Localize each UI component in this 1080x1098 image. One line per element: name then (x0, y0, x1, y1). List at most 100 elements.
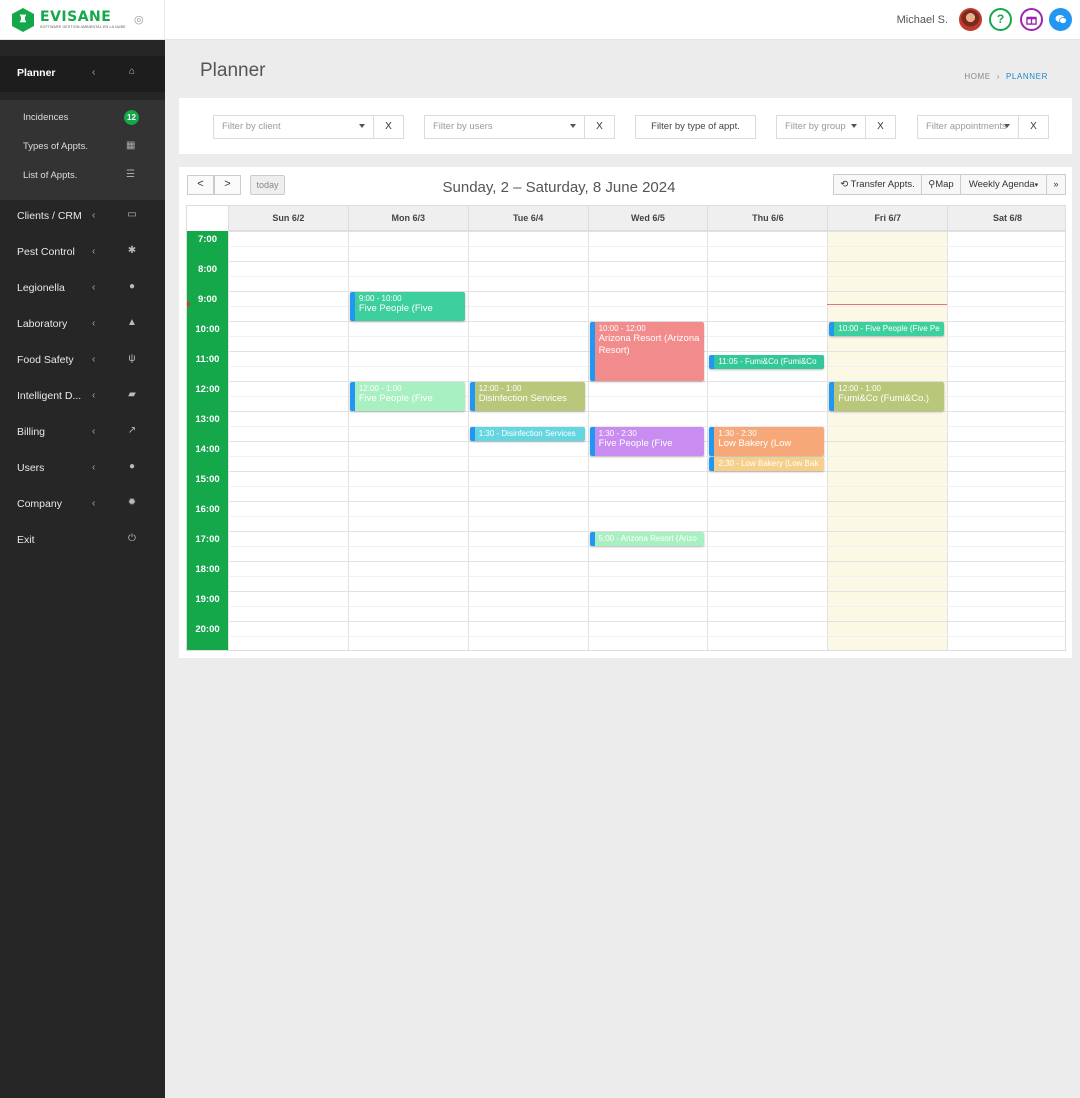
sidebar-item-intelligent-d[interactable]: Intelligent D... ‹ ▰ (0, 379, 165, 415)
transfer-appts-button[interactable]: ⟲ Transfer Appts. (833, 174, 922, 195)
next-week-button[interactable]: > (214, 175, 241, 195)
sidebar-item-label: Planner (17, 67, 56, 79)
chevron-right-icon: › (996, 72, 1000, 81)
appointment-event[interactable]: 1:30 - 2:30 Five People (Five (589, 427, 705, 456)
chevron-right-icon: > (224, 178, 231, 190)
chevron-left-icon: ‹ (92, 498, 96, 509)
id-card-icon: ▭ (127, 209, 137, 220)
expand-button[interactable]: » (1046, 174, 1066, 195)
sidebar-item-label: Users (17, 462, 45, 474)
half-hour-line (228, 576, 1065, 577)
sidebar-item-label: Incidences (23, 112, 69, 123)
avatar[interactable] (959, 8, 982, 31)
calendar-icon: ▦ (126, 140, 136, 151)
group-filter-placeholder: Filter by group (785, 121, 846, 132)
hour-line (228, 591, 1065, 592)
appointment-event[interactable]: 1:30 - Disinfection Services (469, 427, 585, 441)
sidebar-item-incidences[interactable]: Incidences 12 (0, 103, 165, 132)
map-button[interactable]: ⚲Map (921, 174, 961, 195)
sidebar-item-pest-control[interactable]: Pest Control ‹ ✱ (0, 235, 165, 271)
breadcrumb-home[interactable]: HOME (964, 72, 990, 81)
bug-icon: ✱ (127, 245, 137, 256)
appointment-event[interactable]: 11:05 - Fumi&Co (Fumi&Co (709, 354, 825, 369)
day-header: Mon 6/3 (347, 206, 468, 231)
day-header: Thu 6/6 (707, 206, 828, 231)
appointment-event[interactable]: 2:30 - Low Bakery (Low Bak (709, 457, 825, 471)
history-icon: ⟲ (840, 179, 849, 190)
client-filter-select[interactable]: Filter by client (213, 115, 374, 139)
half-hour-line (228, 246, 1065, 247)
sidebar-item-company[interactable]: Company ‹ ✹ (0, 487, 165, 523)
appointment-event[interactable]: 1:30 - 2:30 Low Bakery (Low (709, 427, 825, 456)
event-title: Low Bakery (Low (718, 438, 792, 449)
event-label: 10:00 - Five People (Five Pe (838, 324, 940, 333)
folder-icon: ▰ (128, 389, 136, 400)
sidebar-item-planner[interactable]: Planner ‹ ⌂ (0, 56, 165, 92)
prev-week-button[interactable]: < (187, 175, 214, 195)
calendar-card: < > today Sunday, 2 – Saturday, 8 June 2… (179, 167, 1072, 658)
clear-client-filter-button[interactable]: X (374, 115, 404, 139)
top-bar: ♜ EVISANE SOFTWARE GESTION AMBIENTAL EN … (0, 0, 1080, 40)
sidebar-item-types-of-appts[interactable]: Types of Appts. ▦ (0, 132, 165, 161)
appointment-event[interactable]: 9:00 - 10:00 Five People (Five (349, 292, 465, 321)
appointments-filter-placeholder: Filter appointments (926, 121, 1007, 132)
sidebar-item-clients-crm[interactable]: Clients / CRM ‹ ▭ (0, 199, 165, 235)
filter-bar: Filter by client X Filter by users X Fil… (179, 98, 1072, 154)
brand-name: EVISANE (40, 9, 112, 25)
appointment-event[interactable]: 10:00 - 12:00 Arizona Resort (Arizona Res… (589, 322, 705, 381)
caret-down-icon (359, 124, 365, 128)
event-title: Fumi&Co (Fumi&Co.) (838, 393, 930, 404)
home-icon: ⌂ (128, 66, 136, 77)
user-name[interactable]: Michael S. (897, 14, 948, 26)
group-filter-select[interactable]: Filter by group (776, 115, 866, 139)
type-of-appt-filter-button[interactable]: Filter by type of appt. (635, 115, 756, 139)
clear-users-filter-button[interactable]: X (585, 115, 615, 139)
chevron-left-icon: ‹ (92, 282, 96, 293)
event-title: Arizona Resort (Arizona Resort) (598, 333, 700, 356)
appointment-event[interactable]: 5:00 - Arizona Resort (Arizo (589, 532, 705, 546)
view-label: Weekly Agenda (968, 179, 1035, 190)
sidebar-item-list-of-appts[interactable]: List of Appts. ☰ (0, 161, 165, 190)
sidebar-toggle-icon[interactable]: ◎ (134, 13, 144, 26)
users-filter-placeholder: Filter by users (433, 121, 493, 132)
today-button[interactable]: today (250, 175, 285, 195)
event-title: Five People (Five (598, 438, 673, 449)
map-label: Map (935, 179, 954, 190)
gift-icon[interactable] (1020, 8, 1043, 31)
breadcrumb-current: PLANNER (1006, 72, 1048, 81)
chevron-left-icon: ‹ (92, 318, 96, 329)
chevron-left-icon: ‹ (92, 354, 96, 365)
hour-label: 10:00 (195, 324, 220, 335)
caret-down-icon (570, 124, 576, 128)
logo-area: ♜ EVISANE SOFTWARE GESTION AMBIENTAL EN … (0, 0, 165, 40)
appointment-event[interactable]: 12:00 - 1:00 Five People (Five (349, 382, 465, 411)
sidebar-item-label: Exit (17, 534, 35, 546)
sidebar-item-users[interactable]: Users ‹ ● (0, 451, 165, 487)
chat-icon[interactable] (1049, 8, 1072, 31)
sidebar-item-laboratory[interactable]: Laboratory ‹ ▲ (0, 307, 165, 343)
chevron-left-icon: ‹ (92, 390, 96, 401)
clear-appointments-filter-button[interactable]: X (1019, 115, 1049, 139)
help-icon[interactable]: ? (989, 8, 1012, 31)
sidebar-item-exit[interactable]: Exit ⏻ (0, 523, 165, 559)
hour-label: 18:00 (195, 564, 220, 575)
hour-label: 11:00 (195, 354, 220, 365)
day-header: Sun 6/2 (228, 206, 348, 231)
appointment-event[interactable]: 10:00 - Five People (Five Pe (829, 322, 945, 336)
client-filter-placeholder: Filter by client (222, 121, 281, 132)
sidebar-item-label: Clients / CRM (17, 210, 82, 222)
sidebar-item-legionella[interactable]: Legionella ‹ ● (0, 271, 165, 307)
event-label: 11:05 - Fumi&Co (Fumi&Co (718, 356, 817, 366)
appointment-event[interactable]: 12:00 - 1:00 Disinfection Services (469, 382, 585, 411)
hour-label: 12:00 (195, 384, 220, 395)
hour-label: 8:00 (197, 264, 217, 275)
appointment-event[interactable]: 12:00 - 1:00 Fumi&Co (Fumi&Co.) (829, 382, 945, 411)
appointments-filter-select[interactable]: Filter appointments (917, 115, 1019, 139)
sidebar-item-food-safety[interactable]: Food Safety ‹ ψ (0, 343, 165, 379)
clear-group-filter-button[interactable]: X (866, 115, 896, 139)
users-filter-select[interactable]: Filter by users (424, 115, 585, 139)
event-title: Five People (Five (358, 393, 433, 404)
view-selector[interactable]: Weekly Agenda▾ (960, 174, 1047, 195)
now-indicator-arrow (187, 301, 191, 307)
sidebar-item-billing[interactable]: Billing ‹ ↗ (0, 415, 165, 451)
